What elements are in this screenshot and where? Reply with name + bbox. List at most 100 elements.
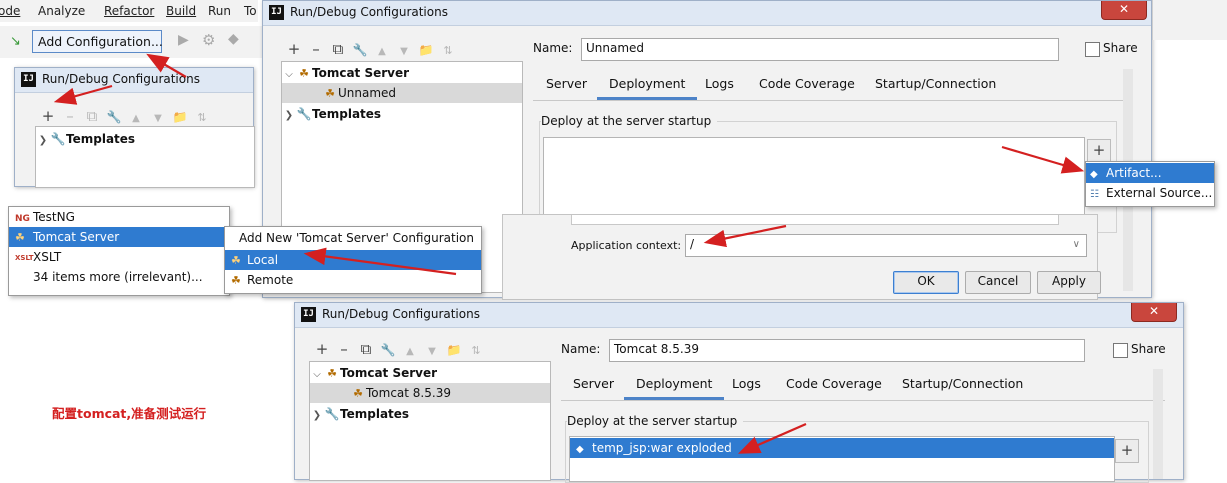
tab-deployment[interactable]: Deployment	[597, 71, 698, 100]
remove-icon[interactable]: –	[59, 108, 81, 124]
tree-item-label: Tomcat Server	[312, 66, 410, 80]
menu-item-artifact[interactable]: ◆ Artifact...	[1086, 163, 1214, 183]
tree-item-templates[interactable]: ❯ 🔧Templates	[310, 404, 550, 424]
tomcat-icon: ☘	[15, 231, 25, 244]
intellij-icon: IJ	[269, 5, 284, 20]
list-item-label: Tomcat Server	[33, 230, 120, 244]
expand-icon[interactable]: ❯	[36, 131, 50, 151]
name-input[interactable]: Unnamed	[581, 38, 1059, 61]
folder-icon[interactable]: 📁	[443, 342, 465, 358]
wrench-icon[interactable]: 🔧	[103, 109, 125, 125]
share-checkbox[interactable]	[1113, 343, 1128, 358]
menu-item-label: Artifact...	[1106, 166, 1162, 180]
move-down-icon[interactable]: ▼	[393, 44, 415, 60]
add-deploy-button[interactable]: +	[1087, 139, 1111, 163]
menu-build[interactable]: Build	[166, 4, 196, 18]
coverage-icon[interactable]: ◆	[228, 31, 239, 47]
menu-item-local[interactable]: ☘ Local	[225, 250, 481, 270]
tab-logs[interactable]: Logs	[732, 371, 761, 397]
tree-item-tomcat-8539[interactable]: ☘ Tomcat 8.5.39	[310, 383, 550, 403]
tab-code-coverage[interactable]: Code Coverage	[786, 371, 882, 397]
tree-item-label: Unnamed	[338, 86, 397, 100]
menu-tools[interactable]: To	[244, 4, 257, 18]
external-source-icon: ☷	[1090, 189, 1099, 200]
wrench-icon[interactable]: 🔧	[377, 342, 399, 358]
share-checkbox[interactable]	[1085, 42, 1100, 57]
tree-item-templates[interactable]: ❯ 🔧Templates	[282, 104, 522, 124]
close-icon[interactable]: ✕	[1101, 1, 1147, 20]
menu-analyze[interactable]: Analyze	[38, 4, 85, 18]
tomcat-icon: ☘	[299, 67, 309, 80]
add-icon[interactable]: +	[37, 108, 59, 124]
scrollbar[interactable]	[1153, 369, 1163, 479]
cancel-button[interactable]: Cancel	[965, 271, 1031, 294]
sort-icon[interactable]: ⇅	[437, 43, 459, 59]
tab-server[interactable]: Server	[546, 71, 587, 97]
add-icon[interactable]: +	[283, 41, 305, 57]
deploy-item-artifact[interactable]: ◆ temp_jsp:war exploded	[570, 438, 1114, 458]
menu-item-remote[interactable]: ☘ Remote	[225, 270, 481, 290]
tomcat-icon: ☘	[325, 87, 335, 100]
expand-icon[interactable]: ❯	[310, 406, 324, 426]
remove-icon[interactable]: –	[333, 341, 355, 357]
tree-item-tomcat-server[interactable]: ⌵ ☘ Tomcat Server	[310, 363, 550, 383]
deploy-group-title: Deploy at the server startup	[567, 414, 744, 428]
wrench-icon[interactable]: 🔧	[349, 42, 371, 58]
add-icon[interactable]: +	[311, 341, 333, 357]
list-item-tomcat-server[interactable]: ☘ Tomcat Server	[9, 227, 229, 247]
collapse-icon[interactable]: ⌵	[310, 365, 324, 385]
list-item-more[interactable]: 34 items more (irrelevant)...	[9, 267, 229, 287]
move-down-icon[interactable]: ▼	[147, 111, 169, 127]
hammer-icon[interactable]: ↘	[10, 34, 21, 49]
move-up-icon[interactable]: ▲	[371, 44, 393, 60]
apply-button[interactable]: Apply	[1037, 271, 1101, 294]
list-item-testng[interactable]: NG TestNG	[9, 207, 229, 227]
small-dialog-tree: ❯ 🔧Templates	[35, 126, 255, 188]
debug-icon[interactable]: ⚙	[202, 31, 215, 49]
sort-icon[interactable]: ⇅	[465, 343, 487, 359]
list-item-xslt[interactable]: XSLTXSLT	[9, 247, 229, 267]
tab-startup-connection[interactable]: Startup/Connection	[875, 71, 996, 97]
copy-icon[interactable]: ⧉	[355, 341, 377, 357]
add-deploy-button[interactable]: +	[1115, 439, 1139, 463]
list-item-label: XSLT	[33, 250, 62, 264]
move-down-icon[interactable]: ▼	[421, 344, 443, 360]
run-icon[interactable]: ▶	[178, 32, 189, 48]
share-label: Share	[1103, 41, 1138, 55]
remove-icon[interactable]: –	[305, 41, 327, 57]
collapse-icon[interactable]: ⌵	[282, 65, 296, 85]
menu-run[interactable]: Run	[208, 4, 231, 18]
close-icon[interactable]: ✕	[1131, 303, 1177, 322]
tab-code-coverage[interactable]: Code Coverage	[759, 71, 855, 97]
tree-item-tomcat-server[interactable]: ⌵ ☘ Tomcat Server	[282, 63, 522, 83]
tree-item-unnamed[interactable]: ☘ Unnamed	[282, 83, 522, 103]
menu-item-external-source[interactable]: ☷ External Source...	[1086, 183, 1214, 203]
move-up-icon[interactable]: ▲	[125, 111, 147, 127]
menu-refactor[interactable]: Refactor	[104, 4, 154, 18]
tab-startup-connection[interactable]: Startup/Connection	[902, 371, 1023, 397]
sort-icon[interactable]: ⇅	[191, 110, 213, 126]
tree-item-templates[interactable]: ❯ 🔧Templates	[36, 129, 254, 149]
tree-item-label: Tomcat 8.5.39	[366, 386, 451, 400]
deploy-item-label: temp_jsp:war exploded	[592, 441, 732, 455]
ok-button[interactable]: OK	[893, 271, 959, 294]
chevron-down-icon[interactable]: ∨	[1073, 235, 1080, 254]
deploy-list-bottom	[571, 215, 1059, 225]
move-up-icon[interactable]: ▲	[399, 344, 421, 360]
tab-logs[interactable]: Logs	[705, 71, 734, 97]
wrench-icon: 🔧	[296, 107, 312, 121]
copy-icon[interactable]: ⧉	[81, 108, 103, 124]
expand-icon[interactable]: ❯	[282, 106, 296, 126]
menu-code[interactable]: ode	[0, 4, 20, 18]
folder-icon[interactable]: 📁	[415, 42, 437, 58]
folder-icon[interactable]: 📁	[169, 109, 191, 125]
tomcat-icon: ☘	[353, 387, 363, 400]
app-context-input[interactable]: / ∨	[685, 234, 1087, 257]
config-type-list: NG TestNG ☘ Tomcat Server XSLTXSLT 34 item…	[8, 206, 230, 296]
tab-server[interactable]: Server	[573, 371, 614, 397]
copy-icon[interactable]: ⧉	[327, 41, 349, 57]
add-configuration-button[interactable]: Add Configuration...	[32, 30, 163, 53]
tab-deployment[interactable]: Deployment	[624, 371, 725, 400]
name-input[interactable]: Tomcat 8.5.39	[609, 339, 1085, 362]
wrench-icon: 🔧	[324, 407, 340, 421]
